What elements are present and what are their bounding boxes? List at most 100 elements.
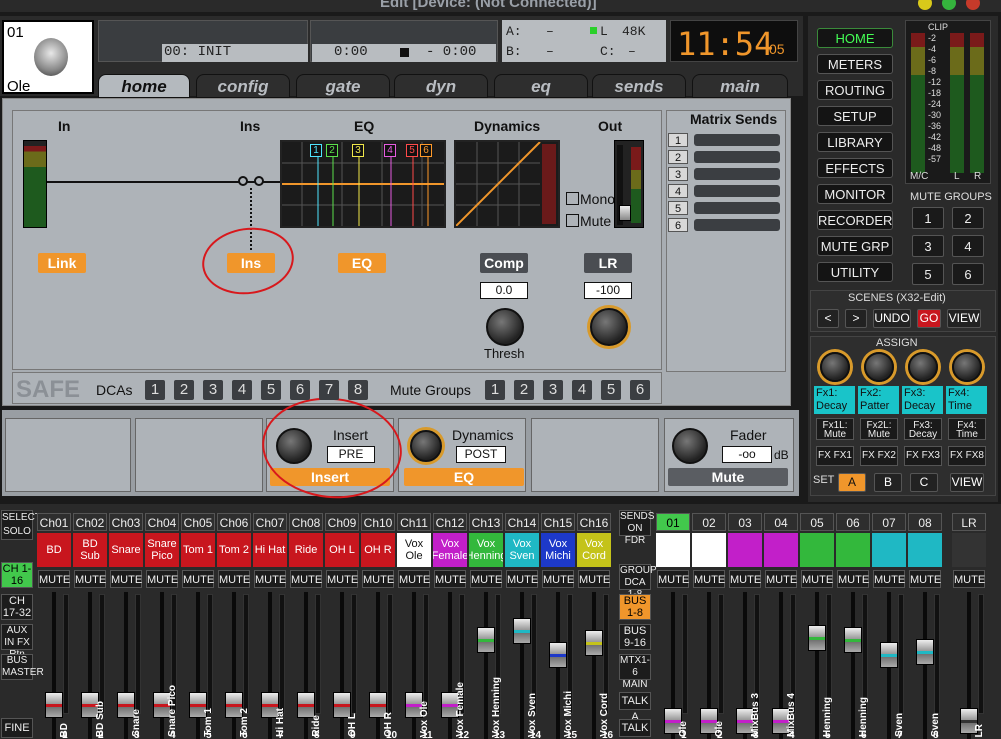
ch15-fader[interactable] xyxy=(549,642,567,668)
eq-band-6[interactable]: 6 xyxy=(420,144,432,157)
bus6-fader[interactable] xyxy=(844,627,862,653)
ch3-mute[interactable]: MUTE xyxy=(110,570,142,588)
ch6-mute[interactable]: MUTE xyxy=(218,570,250,588)
bus7-select[interactable]: 07 xyxy=(872,513,906,531)
ch14-scribble[interactable]: Vox Sven xyxy=(505,533,539,567)
monitor-button[interactable]: MONITOR xyxy=(817,184,893,204)
ch8-select[interactable]: Ch08 xyxy=(289,513,323,531)
ch16-mute[interactable]: MUTE xyxy=(578,570,610,588)
bus2-select[interactable]: 02 xyxy=(692,513,726,531)
mute-group-5[interactable]: 5 xyxy=(912,263,944,285)
ch1-mute[interactable]: MUTE xyxy=(38,570,70,588)
strip-eq-button[interactable]: EQ xyxy=(404,468,524,486)
home-mute-group-3[interactable]: 3 xyxy=(543,380,563,400)
eq-band-3[interactable]: 3 xyxy=(352,144,364,157)
mtx-main-button[interactable]: MTX1-6 MAIN C xyxy=(619,654,651,702)
routing-button[interactable]: ROUTING xyxy=(817,80,893,100)
ch2-mute[interactable]: MUTE xyxy=(74,570,106,588)
bus6-select[interactable]: 06 xyxy=(836,513,870,531)
bus8-mute[interactable]: MUTE xyxy=(909,570,941,588)
sends-on-fader-button[interactable]: SENDS ON FDR xyxy=(619,510,654,546)
dca-2[interactable]: 2 xyxy=(174,380,194,400)
bus1-scribble[interactable] xyxy=(656,533,690,567)
tab-config[interactable]: config xyxy=(196,74,290,98)
ch2-select[interactable]: Ch02 xyxy=(73,513,107,531)
dca-3[interactable]: 3 xyxy=(203,380,223,400)
ch1-select[interactable]: Ch01 xyxy=(37,513,71,531)
ch12-scribble[interactable]: Vox Female xyxy=(433,533,467,567)
aux-in-button[interactable]: AUX IN FX Rtn xyxy=(1,624,33,660)
home-mute-group-1[interactable]: 1 xyxy=(485,380,505,400)
fine-button[interactable]: FINE xyxy=(1,718,33,738)
recorder-button[interactable]: RECORDER xyxy=(817,210,893,230)
ch5-mute[interactable]: MUTE xyxy=(182,570,214,588)
fx4-knob[interactable] xyxy=(952,352,982,382)
dca-1[interactable]: 1 xyxy=(145,380,165,400)
lr-button[interactable]: LR xyxy=(584,253,632,273)
strip-slot-1[interactable] xyxy=(5,418,131,492)
dca-5[interactable]: 5 xyxy=(261,380,281,400)
bus4-mute[interactable]: MUTE xyxy=(765,570,797,588)
fx1-small-button[interactable]: Fx1L: Mute xyxy=(816,418,854,440)
talk-a-button[interactable]: TALK A xyxy=(619,692,651,723)
bus8-scribble[interactable] xyxy=(908,533,942,567)
fx4-button[interactable]: FX FX8 xyxy=(948,446,986,466)
ch9-select[interactable]: Ch09 xyxy=(325,513,359,531)
matrix-send-5-bar[interactable] xyxy=(694,202,780,214)
meters-button[interactable]: METERS xyxy=(817,54,893,74)
ch7-scribble[interactable]: Hi Hat xyxy=(253,533,287,567)
ch13-select[interactable]: Ch13 xyxy=(469,513,503,531)
ch4-select[interactable]: Ch04 xyxy=(145,513,179,531)
home-mute-group-5[interactable]: 5 xyxy=(601,380,621,400)
matrix-send-6-bar[interactable] xyxy=(694,219,780,231)
eq-band-2[interactable]: 2 xyxy=(326,144,338,157)
ch8-scribble[interactable]: Ride xyxy=(289,533,323,567)
fx3-knob[interactable] xyxy=(908,352,938,382)
mute-checkbox[interactable] xyxy=(566,214,579,227)
group-dca-button[interactable]: GROUP DCA 1-8 xyxy=(619,564,657,600)
ch15-select[interactable]: Ch15 xyxy=(541,513,575,531)
bus2-mute[interactable]: MUTE xyxy=(693,570,725,588)
home-mute-group-4[interactable]: 4 xyxy=(572,380,592,400)
ch9-mute[interactable]: MUTE xyxy=(326,570,358,588)
ch10-mute[interactable]: MUTE xyxy=(362,570,394,588)
ch8-mute[interactable]: MUTE xyxy=(290,570,322,588)
ch14-fader[interactable] xyxy=(513,618,531,644)
maximize-button[interactable] xyxy=(942,0,956,10)
ch11-mute[interactable]: MUTE xyxy=(398,570,430,588)
bus-master-button[interactable]: BUS MASTER xyxy=(1,654,44,680)
tab-eq[interactable]: eq xyxy=(494,74,588,98)
eq-button[interactable]: EQ xyxy=(338,253,386,273)
bus6-mute[interactable]: MUTE xyxy=(837,570,869,588)
mute-grp-button[interactable]: MUTE GRP xyxy=(817,236,893,256)
fx2-small-button[interactable]: Fx2L: Mute xyxy=(860,418,898,440)
bus3-mute[interactable]: MUTE xyxy=(729,570,761,588)
ch1-16-button[interactable]: CH 1-16 xyxy=(1,562,33,588)
mute-button[interactable]: Mute xyxy=(668,468,788,486)
bus7-mute[interactable]: MUTE xyxy=(873,570,905,588)
mute-group-2[interactable]: 2 xyxy=(952,207,984,229)
dca-8[interactable]: 8 xyxy=(348,380,368,400)
ch13-mute[interactable]: MUTE xyxy=(470,570,502,588)
fx3-small-button[interactable]: Fx3: Decay xyxy=(904,418,942,440)
fx4-small-button[interactable]: Fx4: Time xyxy=(948,418,986,440)
close-button[interactable] xyxy=(966,0,980,10)
lr-mute[interactable]: MUTE xyxy=(953,570,985,588)
bus-9-16-button[interactable]: BUS 9-16 xyxy=(619,624,651,650)
bus4-select[interactable]: 04 xyxy=(764,513,798,531)
set-c-button[interactable]: C xyxy=(910,473,938,492)
dynamics-graph[interactable] xyxy=(454,140,560,228)
matrix-send-4-bar[interactable] xyxy=(694,185,780,197)
fader-knob[interactable] xyxy=(672,428,708,464)
scene-undo-button[interactable]: UNDO xyxy=(873,309,911,328)
tab-dyn[interactable]: dyn xyxy=(394,74,488,98)
tab-home[interactable]: home xyxy=(98,74,190,98)
set-view-button[interactable]: VIEW xyxy=(950,473,984,492)
home-mute-group-6[interactable]: 6 xyxy=(630,380,650,400)
fader-value[interactable]: -oo xyxy=(722,446,772,463)
fx2-button[interactable]: FX FX2 xyxy=(860,446,898,466)
comp-button[interactable]: Comp xyxy=(480,253,528,273)
scene-go-button[interactable]: GO xyxy=(917,309,941,328)
scene-view-button[interactable]: VIEW xyxy=(947,309,981,328)
output-fader[interactable] xyxy=(619,205,631,221)
